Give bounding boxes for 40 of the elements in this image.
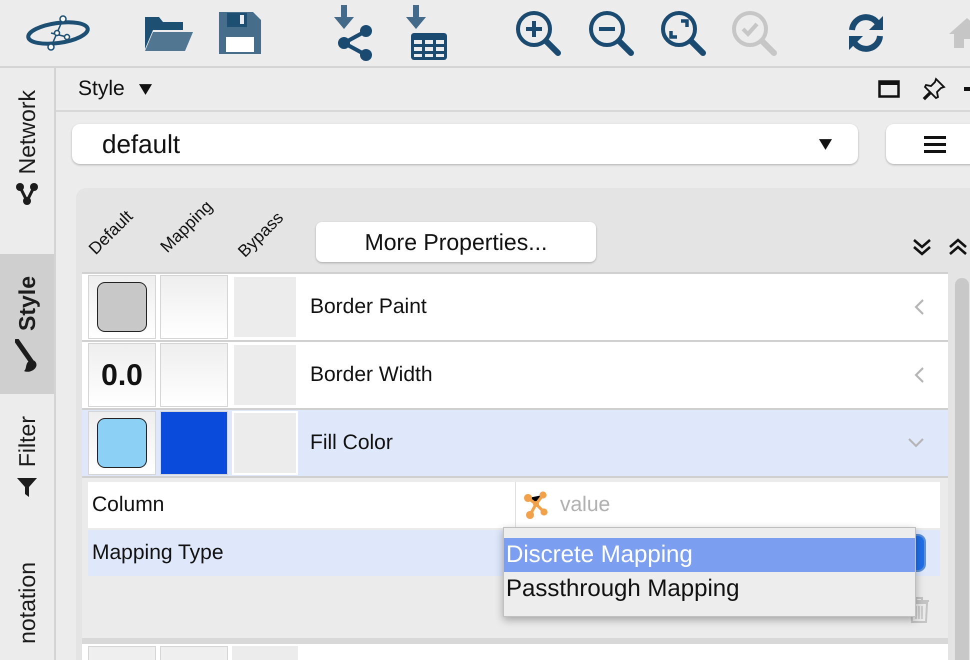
zoom-in-icon[interactable] <box>514 9 562 57</box>
default-value-cell[interactable] <box>88 411 156 475</box>
filter-icon <box>15 475 39 500</box>
property-row[interactable]: Fill Color <box>82 410 948 478</box>
pin-icon[interactable] <box>922 77 946 101</box>
network-node-icon <box>522 490 548 520</box>
floppy-disk-icon[interactable] <box>218 11 262 55</box>
mapping-cell[interactable] <box>160 343 228 407</box>
maximize-icon[interactable] <box>878 80 900 98</box>
field-label: Mapping Type <box>91 540 224 566</box>
default-value-cell[interactable] <box>88 275 156 339</box>
expand-all-icon[interactable] <box>912 238 932 256</box>
zoom-out-icon[interactable] <box>587 9 635 57</box>
mapping-cell[interactable] <box>160 411 228 475</box>
mapping-cell[interactable] <box>160 275 228 339</box>
property-label: Border Width <box>310 362 433 388</box>
caret-icon <box>819 138 832 150</box>
property-label: Border Paint <box>310 294 427 320</box>
menu-icon <box>924 135 946 153</box>
more-properties-button[interactable]: More Properties... <box>316 222 596 262</box>
network-icon <box>15 182 39 206</box>
bypass-cell[interactable] <box>232 411 298 475</box>
menu-item[interactable]: Passthrough Mapping <box>504 572 915 606</box>
value-text: 0.0 <box>101 358 143 394</box>
style-dropdown[interactable]: default <box>72 124 858 164</box>
scrollbar[interactable] <box>955 278 969 660</box>
bypass-cell[interactable] <box>232 343 298 407</box>
magnifier-corners-icon[interactable] <box>659 9 707 57</box>
bypass-cell[interactable] <box>232 275 298 339</box>
field-label: Column <box>91 492 166 518</box>
property-row[interactable]: Border Paint <box>82 274 948 342</box>
collapse-all-icon[interactable] <box>948 238 968 256</box>
side-tab[interactable]: Style <box>0 254 54 394</box>
panel-title-menu[interactable]: Style <box>78 73 152 105</box>
property-label: Fill Color <box>310 430 393 456</box>
brush-icon <box>15 338 39 373</box>
menu-button[interactable] <box>886 124 970 164</box>
caret-icon <box>138 84 152 94</box>
default-value-cell[interactable]: 0.0 <box>88 343 156 407</box>
property-row[interactable]: 0.0 Border Width <box>82 342 948 410</box>
